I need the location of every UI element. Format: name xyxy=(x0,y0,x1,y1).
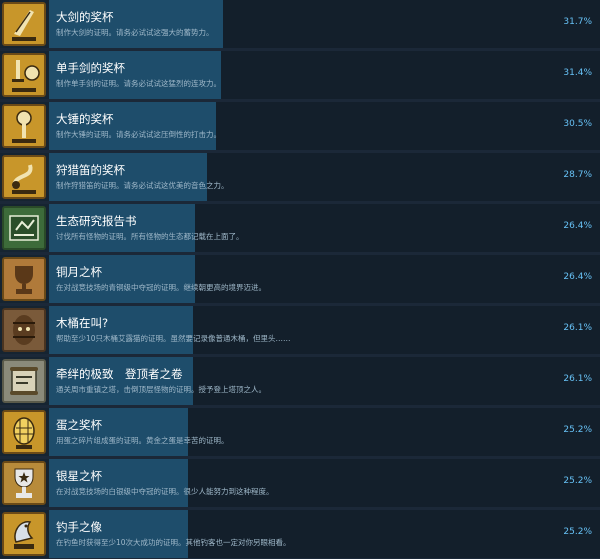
unlock-percentage: 26.4% xyxy=(563,272,592,282)
golden-egg-icon xyxy=(2,410,46,454)
unlock-percentage: 26.1% xyxy=(563,374,592,384)
unlock-percentage: 31.4% xyxy=(563,68,592,78)
achievement-title: 大锤的奖杯 xyxy=(56,112,114,126)
achievement-description: 帮助至少10只木桶艾露猫的证明。虽然要记录像普通木桶，但里头…… xyxy=(56,334,291,343)
achievement-title: 钓手之像 xyxy=(56,520,102,534)
scroll-icon xyxy=(2,359,46,403)
achievement-description: 在对战竞技场的白银级中夺冠的证明。很少人能努力到这种程度。 xyxy=(56,487,274,496)
achievement-row[interactable]: 牵绊的极致 登顶者之卷 通关周市重镇之塔，击倒顶层怪物的证明。授予登上塔顶之人。… xyxy=(0,357,600,405)
unlock-percentage: 26.1% xyxy=(563,323,592,333)
achievement-title: 银星之杯 xyxy=(56,469,102,483)
achievement-row[interactable]: 银星之杯 在对战竞技场的白银级中夺冠的证明。很少人能努力到这种程度。 25.2% xyxy=(0,459,600,507)
unlock-percentage: 25.2% xyxy=(563,476,592,486)
achievement-description: 制作单手剑的证明。请务必试试这猛烈的连攻力。 xyxy=(56,79,221,88)
achievement-title: 狩猎笛的奖杯 xyxy=(56,163,125,177)
achievement-row[interactable]: 大锤的奖杯 制作大锤的证明。请务必试试这压倒性的打击力。 30.5% xyxy=(0,102,600,150)
barrel-icon xyxy=(2,308,46,352)
achievement-row[interactable]: 铜月之杯 在对战竞技场的青铜级中夺冠的证明。继续朝更高的境界迈进。 26.4% xyxy=(0,255,600,303)
achievement-list: 大剑的奖杯 制作大剑的证明。请务必试试这强大的蓄势力。 31.7% 单手剑的奖杯… xyxy=(0,0,600,559)
achievement-row[interactable]: 生态研究报告书 讨伐所有怪物的证明。所有怪物的生态都记载在上面了。 26.4% xyxy=(0,204,600,252)
greatsword-trophy-icon xyxy=(2,2,46,46)
unlock-percentage: 31.7% xyxy=(563,17,592,27)
achievement-title: 生态研究报告书 xyxy=(56,214,137,228)
silver-cup-icon xyxy=(2,461,46,505)
achievement-description: 制作大锤的证明。请务必试试这压倒性的打击力。 xyxy=(56,130,221,139)
sword-shield-trophy-icon xyxy=(2,53,46,97)
unlock-percentage: 25.2% xyxy=(563,425,592,435)
unlock-percentage: 28.7% xyxy=(563,170,592,180)
unlock-percentage: 25.2% xyxy=(563,527,592,537)
achievement-row[interactable]: 钓手之像 在钓鱼时获得至少10次大成功的证明。其他钓客也一定对你另眼相看。 25… xyxy=(0,510,600,558)
unlock-percentage: 30.5% xyxy=(563,119,592,129)
achievement-row[interactable]: 单手剑的奖杯 制作单手剑的证明。请务必试试这猛烈的连攻力。 31.4% xyxy=(0,51,600,99)
achievement-title: 蛋之奖杯 xyxy=(56,418,102,432)
achievement-title: 单手剑的奖杯 xyxy=(56,61,125,75)
achievement-description: 通关周市重镇之塔，击倒顶层怪物的证明。授予登上塔顶之人。 xyxy=(56,385,266,394)
hammer-trophy-icon xyxy=(2,104,46,148)
achievement-description: 用蛋之碎片组成蛋的证明。黄金之蛋是幸苦的证明。 xyxy=(56,436,229,445)
research-report-icon xyxy=(2,206,46,250)
achievement-title: 大剑的奖杯 xyxy=(56,10,114,24)
achievement-description: 讨伐所有怪物的证明。所有怪物的生态都记载在上面了。 xyxy=(56,232,244,241)
achievement-title: 牵绊的极致 登顶者之卷 xyxy=(56,367,183,381)
fish-statue-icon xyxy=(2,512,46,556)
achievement-description: 制作大剑的证明。请务必试试这强大的蓄势力。 xyxy=(56,28,214,37)
hunting-horn-trophy-icon xyxy=(2,155,46,199)
achievement-row[interactable]: 大剑的奖杯 制作大剑的证明。请务必试试这强大的蓄势力。 31.7% xyxy=(0,0,600,48)
achievement-title: 木桶在叫? xyxy=(56,316,109,330)
achievement-row[interactable]: 蛋之奖杯 用蛋之碎片组成蛋的证明。黄金之蛋是幸苦的证明。 25.2% xyxy=(0,408,600,456)
achievement-description: 在对战竞技场的青铜级中夺冠的证明。继续朝更高的境界迈进。 xyxy=(56,283,266,292)
achievement-description: 制作狩猎笛的证明。请务必试试这优美的音色之力。 xyxy=(56,181,229,190)
achievement-row[interactable]: 狩猎笛的奖杯 制作狩猎笛的证明。请务必试试这优美的音色之力。 28.7% xyxy=(0,153,600,201)
unlock-percentage: 26.4% xyxy=(563,221,592,231)
bronze-cup-icon xyxy=(2,257,46,301)
achievement-title: 铜月之杯 xyxy=(56,265,102,279)
achievement-row[interactable]: 木桶在叫? 帮助至少10只木桶艾露猫的证明。虽然要记录像普通木桶，但里头…… 2… xyxy=(0,306,600,354)
achievement-description: 在钓鱼时获得至少10次大成功的证明。其他钓客也一定对你另眼相看。 xyxy=(56,538,291,547)
